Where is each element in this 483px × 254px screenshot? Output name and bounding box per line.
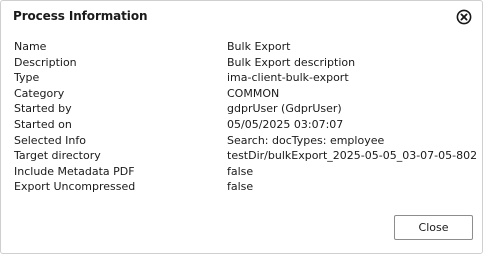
info-label: Target directory [14,149,101,163]
info-value: COMMON [227,86,280,100]
info-label: Name [14,40,47,53]
info-label: Export Uncompressed [14,180,136,194]
info-label: Description [14,55,77,69]
info-row-selected-info: Selected Info Search: docTypes: employee [14,133,476,149]
info-row-target-directory: Target directory testDir/bulkExport_2025… [14,148,478,164]
info-label: Category [14,86,65,100]
info-label: Type [14,71,40,85]
info-value: ima-client-bulk-export [227,71,349,85]
info-value: gdprUser (GdprUser) [227,102,342,116]
close-button[interactable]: Close [394,215,473,240]
process-information-dialog: Process Information Name Bulk Export Des… [0,0,483,254]
info-value: false [227,164,254,178]
info-value: Bulk Export description [227,55,356,69]
info-row-include-metadata-pdf: Include Metadata PDF false [14,164,476,180]
info-label: Selected Info [14,133,86,147]
close-icon[interactable] [456,9,472,25]
info-row-started-by: Started by gdprUser (GdprUser) [14,101,476,117]
dialog-header: Process Information [1,1,482,33]
info-row-started-on: Started on 05/05/2025 03:07:07 [14,117,476,133]
info-value: false [227,180,254,194]
info-label: Started on [14,117,72,131]
info-row-category: Category COMMON [14,86,476,102]
info-value: testDir/bulkExport_2025-05-05_03-07-05-8… [227,149,478,163]
info-row-description: Description Bulk Export description [14,55,476,71]
info-label: Include Metadata PDF [14,164,135,178]
process-info-table: Name Bulk Export Description Bulk Export… [14,39,478,195]
info-row-name: Name Bulk Export [14,39,476,55]
info-value: Bulk Export [227,40,291,53]
dialog-title: Process Information [13,9,148,23]
info-label: Started by [14,102,72,116]
info-row-type: Type ima-client-bulk-export [14,70,476,86]
info-row-export-uncompressed: Export Uncompressed false [14,179,476,195]
info-value: 05/05/2025 03:07:07 [227,117,344,131]
info-value: Search: docTypes: employee [227,133,385,147]
